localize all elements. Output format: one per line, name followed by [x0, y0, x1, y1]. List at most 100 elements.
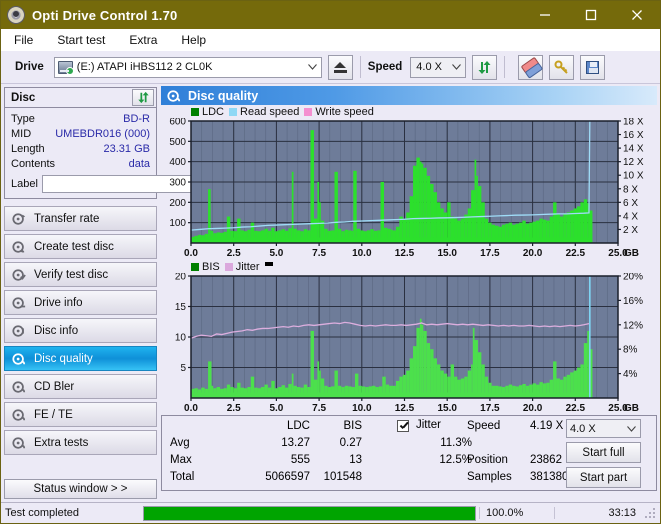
sidebar-item-label: Drive info [34, 296, 83, 309]
disc-row-mid: MID UMEBDR016 (000) [11, 126, 150, 141]
results-col-bis: BIS [343, 420, 362, 432]
eraser-icon [521, 57, 541, 76]
refresh-icon [478, 60, 491, 74]
drive-select[interactable]: (E:) ATAPI iHBS112 2 CL0K [53, 56, 322, 78]
svg-text:7.5: 7.5 [312, 248, 326, 258]
sidebar-item-verify-test-disc[interactable]: Verify test disc [4, 262, 157, 287]
results-col-ldc: LDC [286, 420, 310, 432]
sidebar-item-disc-info[interactable]: Disc info [4, 318, 157, 343]
window-title: Opti Drive Control 1.70 [32, 7, 178, 23]
disc-refresh-button[interactable] [132, 89, 154, 106]
ldc-chart-container: LDC Read speed Write speed 100 200 300 400 5… [161, 105, 657, 259]
disc-verify-icon [12, 268, 26, 281]
menu-item-start-test[interactable]: Start test [54, 32, 108, 48]
svg-text:17.5: 17.5 [480, 248, 500, 258]
svg-text:7.5: 7.5 [312, 403, 326, 413]
legend-label: Write speed [315, 105, 374, 118]
disc-type-value: BD-R [123, 112, 150, 125]
sidebar-item-transfer-rate[interactable]: Transfer rate [4, 206, 157, 231]
disc-create-icon [12, 240, 25, 253]
sidebar-item-cd-bler[interactable]: CD Bler [4, 374, 157, 399]
svg-text:5: 5 [180, 363, 186, 374]
disc-label-label: Label [11, 178, 38, 190]
sidebar-item-drive-info[interactable]: Drive info [4, 290, 157, 315]
minimize-button[interactable] [522, 1, 568, 29]
sidebar-item-fe-te[interactable]: FE / TE [4, 402, 157, 427]
ldc-avg-value: 13.27 [281, 437, 310, 449]
svg-text:200: 200 [169, 198, 186, 209]
close-button[interactable] [614, 1, 660, 29]
bis-chart-container: BIS Jitter 5 10 15 20 4% 8% 12% 16% 20% 0.0 2.5 5.0… [161, 260, 657, 414]
save-button[interactable] [580, 54, 606, 80]
start-part-button[interactable]: Start part [566, 467, 641, 488]
svg-text:100: 100 [169, 218, 186, 229]
disc-contents-value: data [128, 157, 150, 170]
jitter-checkbox[interactable] [397, 420, 409, 432]
sidebar-item-label: Disc info [34, 324, 79, 337]
svg-text:20: 20 [175, 273, 187, 283]
disc-row-length: Length 23.31 GB [11, 141, 150, 156]
bis-chart: 5 10 15 20 4% 8% 12% 16% 20% 0.0 2.5 5.0 7.5 10.0 12.5… [175, 273, 643, 413]
drive-icon [57, 60, 74, 75]
svg-text:0.0: 0.0 [184, 248, 198, 258]
status-window-button[interactable]: Status window > > [4, 479, 157, 499]
maximize-button[interactable] [568, 1, 614, 29]
eraser-button[interactable] [518, 54, 544, 80]
svg-text:16 X: 16 X [623, 130, 644, 141]
test-speed-select[interactable]: 4.0 X [566, 419, 641, 438]
disc-mid-label: MID [11, 127, 32, 140]
ldc-total-value: 5066597 [265, 471, 310, 483]
keys-button[interactable] [549, 54, 575, 80]
keys-icon [554, 60, 569, 74]
speed-result-value: 4.19 X [530, 420, 564, 432]
svg-text:15.0: 15.0 [437, 248, 457, 258]
svg-text:500: 500 [169, 137, 186, 148]
bis-total-value: 101548 [323, 471, 362, 483]
chevron-down-icon [304, 58, 321, 77]
svg-text:18 X: 18 X [623, 118, 644, 128]
eject-button[interactable] [327, 54, 353, 80]
bis-avg-value: 0.27 [339, 437, 362, 449]
svg-text:4%: 4% [623, 369, 638, 380]
svg-text:16%: 16% [623, 296, 643, 307]
menu-item-help[interactable]: Help [178, 32, 209, 48]
sidebar-item-label: Verify test disc [34, 268, 109, 281]
main-body: Disc Type BD-R MID UMEBDR016 (000) Lengt… [1, 84, 660, 502]
legend-label: BIS [202, 260, 220, 273]
results-row-max: Max [170, 454, 192, 466]
position-label: Position [467, 454, 508, 466]
svg-text:12.5: 12.5 [395, 248, 415, 258]
speed-select[interactable]: 4.0 X [410, 56, 467, 78]
svg-text:10.0: 10.0 [352, 403, 372, 413]
menu-bar: File Start test Extra Help [1, 29, 660, 51]
svg-text:12 X: 12 X [623, 157, 644, 168]
legend-label: Jitter [235, 260, 260, 273]
status-text: Test completed [5, 507, 79, 519]
drive-label: Drive [15, 61, 44, 73]
disc-fete-icon [12, 408, 26, 421]
disc-row-type: Type BD-R [11, 111, 150, 126]
svg-text:14 X: 14 X [623, 144, 644, 155]
progress-percent: 100.0% [479, 507, 554, 519]
svg-text:600: 600 [169, 118, 186, 128]
resize-grip-icon[interactable] [644, 506, 658, 520]
chevron-down-icon [448, 58, 465, 77]
disc-type-label: Type [11, 112, 35, 125]
menu-item-extra[interactable]: Extra [126, 32, 160, 48]
disc-drive-icon [12, 296, 26, 309]
results-row-avg: Avg [170, 437, 190, 449]
title-bar: Opti Drive Control 1.70 [1, 1, 660, 29]
disc-panel: Disc Type BD-R MID UMEBDR016 (000) Lengt… [4, 87, 244, 199]
svg-text:5.0: 5.0 [269, 403, 283, 413]
sidebar-item-disc-quality[interactable]: Disc quality [4, 346, 157, 371]
sidebar-item-create-test-disc[interactable]: Create test disc [4, 234, 157, 259]
refresh-button[interactable] [472, 54, 498, 80]
window-controls [522, 1, 660, 29]
sidebar-item-label: Extra tests [34, 436, 89, 449]
sidebar-item-extra-tests[interactable]: Extra tests [4, 430, 157, 455]
svg-text:20.0: 20.0 [523, 403, 543, 413]
legend-swatch [229, 107, 238, 116]
menu-item-file[interactable]: File [11, 32, 36, 48]
start-full-button[interactable]: Start full [566, 442, 641, 463]
